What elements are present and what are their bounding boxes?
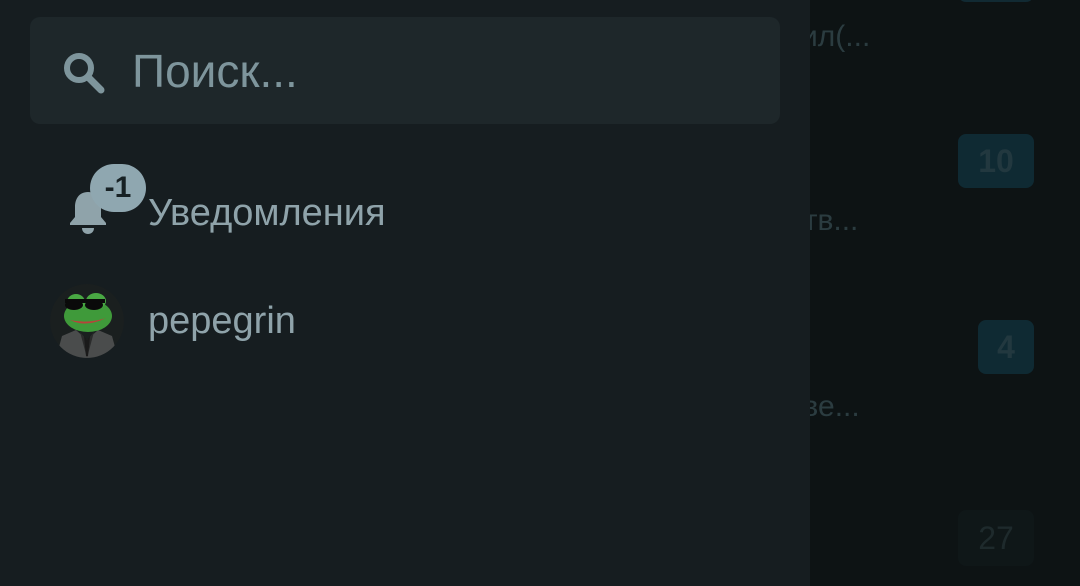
topic-unread-badge: [958, 0, 1034, 2]
topic-unread-badge: 10: [958, 134, 1034, 188]
app-root: ветил(... 10 in отв... 4 , отве... 27: [0, 0, 1080, 586]
search-input[interactable]: [132, 39, 752, 103]
topic-unread-badge: 27: [958, 510, 1034, 566]
menu-item-user-profile[interactable]: pepegrin: [0, 276, 810, 366]
navigation-drawer: -1 Уведомления: [0, 0, 810, 586]
search-box[interactable]: [30, 17, 780, 124]
user-name: pepegrin: [148, 300, 296, 342]
menu-item-notifications[interactable]: -1 Уведомления: [0, 164, 810, 254]
avatar: [50, 284, 124, 358]
menu-item-notifications-label: Уведомления: [148, 192, 386, 234]
topic-unread-badge: 4: [978, 320, 1034, 374]
notification-count-badge: -1: [90, 164, 146, 212]
search-icon: [62, 51, 106, 95]
